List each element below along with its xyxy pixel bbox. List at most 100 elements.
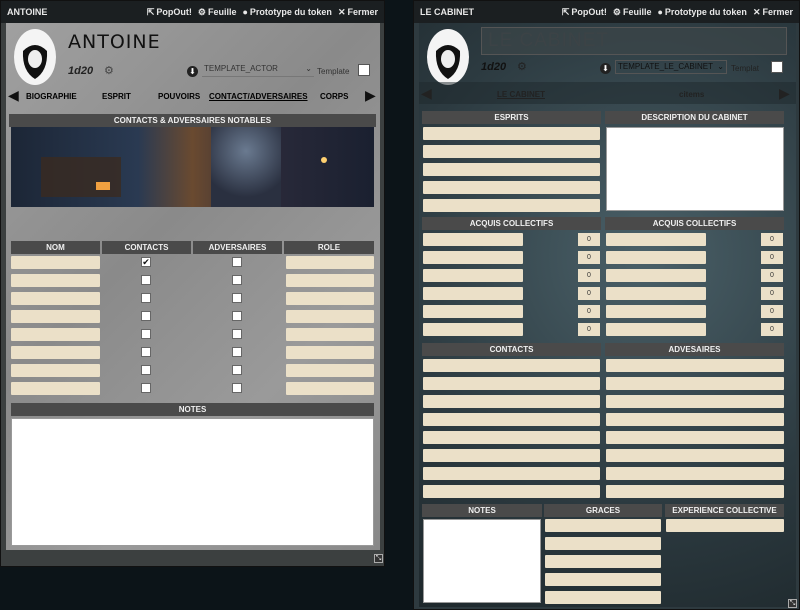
contact-role-field[interactable]	[286, 328, 374, 341]
resize-handle[interactable]: ⤡	[374, 554, 383, 563]
contact-role-field[interactable]	[286, 346, 374, 359]
adversary-checkbox[interactable]	[232, 365, 242, 375]
token-prototype-button[interactable]: ● Prototype du token	[242, 7, 331, 18]
acquis-field[interactable]	[423, 305, 523, 318]
close-button[interactable]: ✕ Fermer	[338, 7, 378, 18]
contact-checkbox[interactable]	[141, 293, 151, 303]
acquis-field[interactable]	[423, 251, 523, 264]
actor-name[interactable]: ANTOINE	[68, 31, 161, 53]
contact-name-field[interactable]	[11, 328, 100, 341]
contact-name-field[interactable]	[11, 274, 100, 287]
adversary-checkbox[interactable]	[232, 329, 242, 339]
titlebar[interactable]: ANTOINE ⇱ PopOut! ⚙ Feuille ● Prototype du …	[1, 1, 384, 23]
adversary-field[interactable]	[606, 431, 784, 444]
grace-field[interactable]	[545, 555, 661, 568]
download-icon[interactable]: ⬇	[600, 63, 611, 74]
contact-checkbox[interactable]	[141, 383, 151, 393]
download-icon[interactable]: ⬇	[187, 66, 198, 77]
acquis-field[interactable]	[606, 305, 706, 318]
tab-esprit[interactable]: ESPRIT	[102, 92, 131, 101]
tab-next-arrow[interactable]: ▶	[365, 87, 376, 104]
tab-le-cabinet[interactable]: LE CABINET	[497, 90, 545, 99]
contact-checkbox[interactable]	[141, 365, 151, 375]
contact-checkbox[interactable]	[141, 275, 151, 285]
acquis-value[interactable]: 0	[761, 305, 783, 318]
grace-field[interactable]	[545, 537, 661, 550]
close-button[interactable]: ✕ Fermer	[753, 7, 793, 18]
contact-name-field[interactable]	[11, 292, 100, 305]
acquis-field[interactable]	[423, 233, 523, 246]
contact-name-field[interactable]	[11, 364, 100, 377]
experience-field[interactable]	[666, 519, 784, 532]
adversary-field[interactable]	[606, 467, 784, 480]
contact-role-field[interactable]	[286, 382, 374, 395]
esprit-field[interactable]	[423, 199, 600, 212]
contact-checkbox[interactable]: ✔	[141, 257, 151, 267]
acquis-value[interactable]: 0	[578, 287, 600, 300]
titlebar[interactable]: LE CABINET ⇱ PopOut! ⚙ Feuille ● Prototype …	[414, 1, 799, 23]
adversary-checkbox[interactable]	[232, 275, 242, 285]
template-select[interactable]: TEMPLATE_ACTOR ⌄	[202, 63, 314, 77]
acquis-value[interactable]: 0	[578, 305, 600, 318]
contact-checkbox[interactable]	[141, 311, 151, 321]
contact-role-field[interactable]	[286, 364, 374, 377]
acquis-field[interactable]	[606, 251, 706, 264]
tab-biographie[interactable]: BIOGRAPHIE	[26, 92, 77, 101]
template-checkbox[interactable]	[358, 64, 370, 76]
acquis-value[interactable]: 0	[578, 233, 600, 246]
dice-formula[interactable]: 1d20	[68, 65, 93, 77]
acquis-field[interactable]	[606, 287, 706, 300]
resize-handle[interactable]: ⤡	[788, 599, 797, 608]
description-textarea[interactable]	[606, 127, 784, 211]
adversary-field[interactable]	[606, 377, 784, 390]
acquis-value[interactable]: 0	[578, 251, 600, 264]
contact-field[interactable]	[423, 449, 600, 462]
tab-next-arrow[interactable]: ▶	[779, 85, 790, 102]
grace-field[interactable]	[545, 591, 661, 604]
grace-field[interactable]	[545, 519, 661, 532]
tab-prev-arrow[interactable]: ◀	[421, 85, 432, 102]
acquis-field[interactable]	[606, 233, 706, 246]
d20-icon[interactable]: ⚙	[517, 60, 527, 73]
contact-role-field[interactable]	[286, 292, 374, 305]
adversary-field[interactable]	[606, 485, 784, 498]
contact-field[interactable]	[423, 377, 600, 390]
portrait-avatar[interactable]	[425, 27, 471, 89]
acquis-value[interactable]: 0	[761, 251, 783, 264]
acquis-field[interactable]	[423, 287, 523, 300]
portrait-avatar[interactable]	[12, 27, 58, 89]
adversary-checkbox[interactable]	[232, 311, 242, 321]
popout-button[interactable]: ⇱ PopOut!	[147, 7, 192, 18]
notes-textarea[interactable]	[423, 519, 541, 603]
adversary-field[interactable]	[606, 359, 784, 372]
adversary-field[interactable]	[606, 449, 784, 462]
tab-contact-adversaires[interactable]: CONTACT/ADVERSAIRES	[209, 92, 308, 101]
notes-textarea[interactable]	[11, 418, 374, 546]
esprit-field[interactable]	[423, 145, 600, 158]
contact-field[interactable]	[423, 413, 600, 426]
acquis-value[interactable]: 0	[578, 323, 600, 336]
contact-checkbox[interactable]	[141, 329, 151, 339]
tab-prev-arrow[interactable]: ◀	[8, 87, 19, 104]
contact-field[interactable]	[423, 431, 600, 444]
d20-icon[interactable]: ⚙	[104, 64, 114, 77]
contact-field[interactable]	[423, 359, 600, 372]
contact-role-field[interactable]	[286, 256, 374, 269]
adversary-checkbox[interactable]	[232, 257, 242, 267]
adversary-checkbox[interactable]	[232, 347, 242, 357]
contact-checkbox[interactable]	[141, 347, 151, 357]
acquis-field[interactable]	[423, 323, 523, 336]
acquis-value[interactable]: 0	[761, 269, 783, 282]
contact-field[interactable]	[423, 395, 600, 408]
popout-button[interactable]: ⇱ PopOut!	[562, 7, 607, 18]
esprit-field[interactable]	[423, 127, 600, 140]
acquis-field[interactable]	[606, 269, 706, 282]
sheet-button[interactable]: ⚙ Feuille	[198, 7, 237, 18]
esprit-field[interactable]	[423, 181, 600, 194]
acquis-value[interactable]: 0	[761, 287, 783, 300]
template-select[interactable]: TEMPLATE_LE_CABINET ⌄	[615, 60, 727, 74]
acquis-value[interactable]: 0	[761, 233, 783, 246]
tab-pouvoirs[interactable]: POUVOIRS	[158, 92, 200, 101]
contact-field[interactable]	[423, 467, 600, 480]
adversary-field[interactable]	[606, 395, 784, 408]
